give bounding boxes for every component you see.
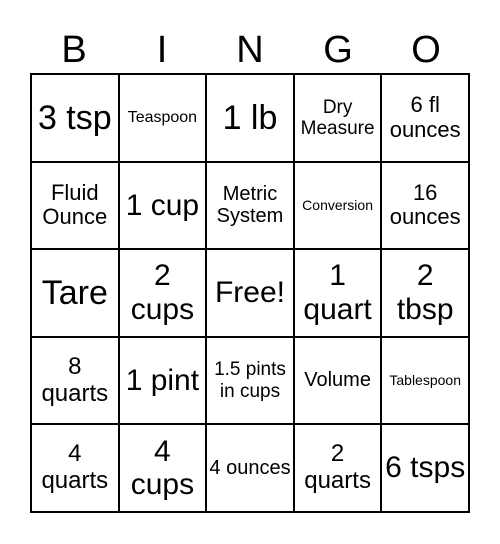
bingo-cell[interactable]: 6 tsps xyxy=(381,424,469,512)
bingo-cell[interactable]: 1 cup xyxy=(118,161,207,250)
bingo-cell[interactable]: 16 ounces xyxy=(381,161,469,250)
header-letter-g: G xyxy=(323,29,353,71)
bingo-cell[interactable]: 2 cups xyxy=(118,249,207,337)
bingo-cell[interactable]: Fluid Ounce xyxy=(31,161,119,250)
bingo-cell[interactable]: Conversion xyxy=(293,161,382,250)
bingo-cell[interactable]: 2 tbsp xyxy=(381,249,469,337)
header-letter-o: O xyxy=(411,29,441,71)
bingo-cell[interactable]: 1 quart xyxy=(293,249,382,337)
bingo-cell[interactable]: 3 tsp xyxy=(31,74,119,162)
header-letter-i: I xyxy=(156,29,168,71)
bingo-cell[interactable]: Tablespoon xyxy=(381,336,469,425)
bingo-header: B I N G O xyxy=(30,28,470,72)
bingo-grid: 3 tsp Teaspoon 1 lb Dry Measure 6 fl ounces F… xyxy=(30,73,470,513)
bingo-cell[interactable]: Dry Measure xyxy=(293,74,382,162)
bingo-cell[interactable]: 4 ounces xyxy=(206,424,294,512)
bingo-cell[interactable]: 1 pint xyxy=(118,336,207,425)
bingo-cell[interactable]: Free! xyxy=(206,249,294,337)
bingo-cell[interactable]: 4 cups xyxy=(118,424,207,512)
bingo-cell[interactable]: 1 lb xyxy=(206,74,294,162)
bingo-cell[interactable]: Volume xyxy=(293,336,382,425)
bingo-cell[interactable]: 8 quarts xyxy=(31,336,119,425)
bingo-cell[interactable]: 4 quarts xyxy=(31,424,119,512)
header-letter-n: N xyxy=(236,29,264,71)
bingo-cell[interactable]: 6 fl ounces xyxy=(381,74,469,162)
bingo-cell[interactable]: 2 quarts xyxy=(293,424,382,512)
bingo-cell[interactable]: Teaspoon xyxy=(118,74,207,162)
header-letter-b: B xyxy=(61,29,87,71)
bingo-cell[interactable]: Metric System xyxy=(206,161,294,250)
bingo-cell[interactable]: 1.5 pints in cups xyxy=(206,336,294,425)
bingo-cell[interactable]: Tare xyxy=(31,249,119,337)
